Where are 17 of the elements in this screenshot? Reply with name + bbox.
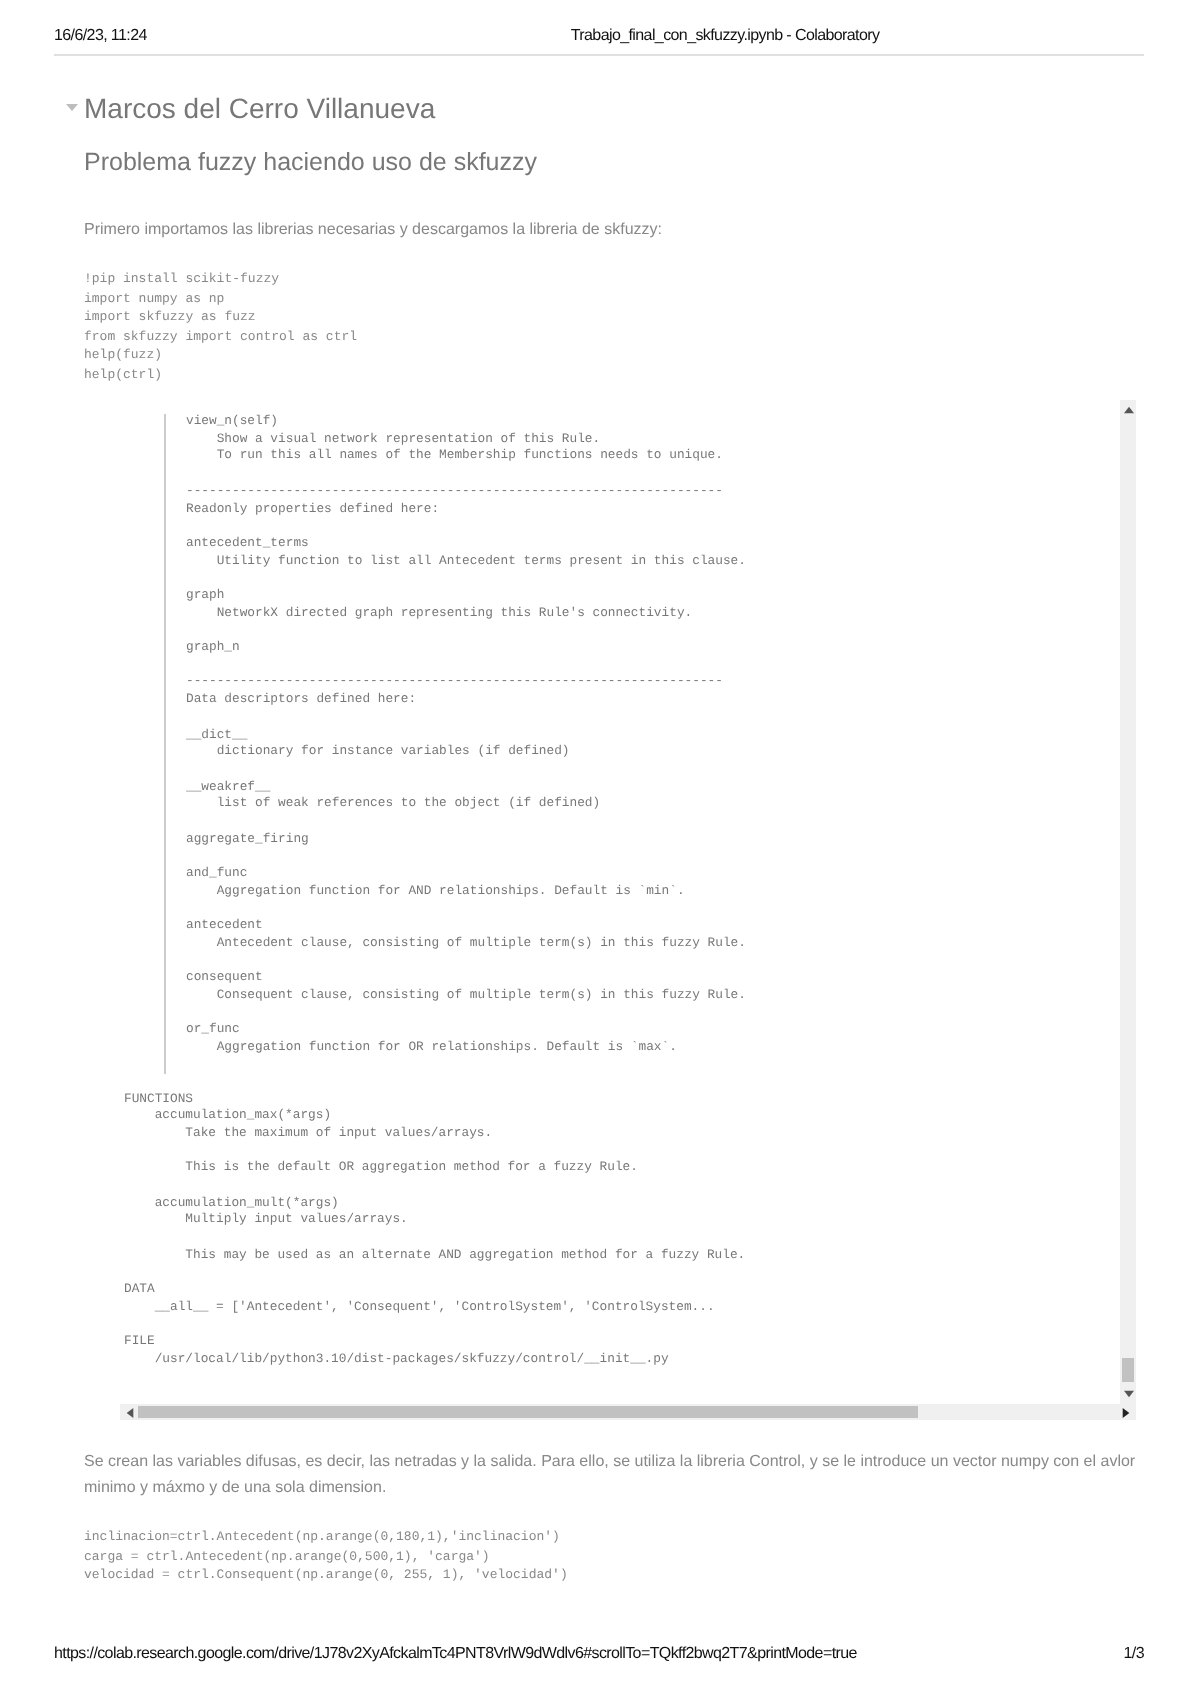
- text-paragraph: Se crean las variables difusas, es decir, las netradas y la salida. Para ello, se utiliza la libreria Control, y se le introduce un vector numpy con el avlor minimo y máxmo y de una sola dimension.: [84, 1450, 1138, 1500]
- page-url: https://colab.research.google.com/drive/1J78v2XyAfckalmTc4PNT8VrlW9dWdlv6#scrollTo=TQkff2bwq2T7&printMode=true: [54, 1644, 857, 1662]
- scroll-down-icon[interactable]: [1123, 1390, 1133, 1398]
- print-date: 16/6/23, 11:24: [54, 26, 147, 44]
- scroll-right-icon[interactable]: [1122, 1407, 1130, 1417]
- caret-icon[interactable]: [66, 104, 78, 112]
- vertical-scrollbar[interactable]: [1120, 400, 1136, 1404]
- scrollbar-thumb[interactable]: [138, 1406, 918, 1418]
- section-subheading: Problema fuzzy haciendo uso de skfuzzy: [84, 148, 540, 176]
- text-paragraph: Primero importamos las librerias necesarias y descargamos la libreria de skfuzzy:: [84, 218, 664, 242]
- section-heading: Marcos del Cerro Villanueva: [84, 92, 436, 124]
- scroll-left-icon[interactable]: [126, 1407, 134, 1417]
- scroll-up-icon[interactable]: [1123, 406, 1133, 414]
- scrollbar-thumb[interactable]: [1122, 1358, 1134, 1382]
- horizontal-scrollbar[interactable]: [120, 1404, 1136, 1420]
- page-number: 1/3: [1123, 1644, 1144, 1662]
- document-title: Trabajo_final_con_skfuzzy.ipynb - Colaboratory: [570, 26, 880, 44]
